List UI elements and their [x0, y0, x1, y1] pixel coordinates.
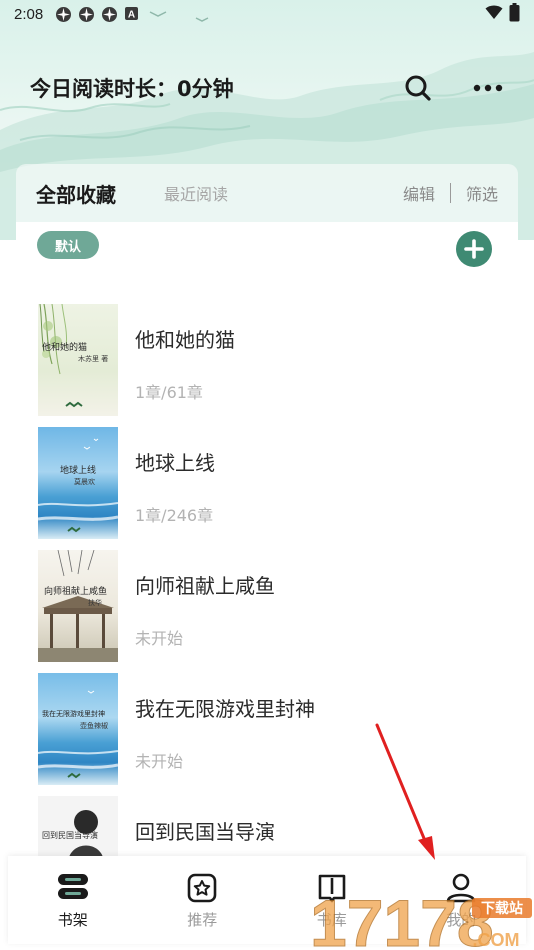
- book-cover: 回到民国当导演: [38, 796, 118, 862]
- cover-title: 他和她的猫: [42, 343, 88, 353]
- tab-all-favorites[interactable]: 全部收藏: [36, 179, 116, 208]
- book-info: 回到民国当导演: [135, 796, 275, 862]
- nav-label: 推荐: [187, 910, 218, 929]
- book-title: 他和她的猫: [135, 328, 235, 352]
- book-item[interactable]: 地球上线 莫晨欢 地球上线 1章/246章: [38, 427, 498, 539]
- cover-title: 向师祖献上咸鱼: [44, 587, 108, 597]
- filter-button[interactable]: 筛选: [466, 181, 498, 205]
- library-book-icon: [315, 871, 349, 905]
- nav-profile[interactable]: 我的: [411, 871, 511, 930]
- book-title: 我在无限游戏里封神: [135, 697, 315, 721]
- status-time: 2:08: [14, 5, 44, 23]
- book-progress: 未开始: [135, 752, 184, 771]
- status-right-icons: [485, 2, 520, 26]
- recommend-star-icon: [185, 871, 219, 905]
- bookshelf-icon: [56, 871, 90, 905]
- book-cover: 我在无限游戏里封神 壶鱼辣椒: [38, 673, 118, 785]
- book-progress: 1章/61章: [135, 383, 203, 402]
- svg-text:A: A: [128, 9, 135, 20]
- nav-recommend[interactable]: 推荐: [152, 871, 252, 930]
- shelf-tabs: 全部收藏 最近阅读 编辑 筛选: [16, 164, 518, 222]
- book-info: 他和她的猫 1章/61章: [135, 304, 235, 416]
- book-item[interactable]: 他和她的猫 木苏里 著 他和她的猫 1章/61章: [38, 304, 498, 416]
- cover-title: 地球上线: [60, 466, 97, 476]
- tools-divider: [449, 183, 451, 203]
- cover-author: 壶鱼辣椒: [80, 722, 108, 730]
- cover-author: 扶华: [88, 599, 102, 607]
- spinner-icon: [55, 6, 72, 23]
- book-item[interactable]: 我在无限游戏里封神 壶鱼辣椒 我在无限游戏里封神 未开始: [38, 673, 498, 785]
- nav-label: 我的: [446, 910, 477, 929]
- cover-author: 莫晨欢: [74, 478, 95, 486]
- book-title: 地球上线: [135, 451, 215, 475]
- plus-icon[interactable]: [456, 231, 492, 267]
- edit-button[interactable]: 编辑: [403, 181, 435, 205]
- book-cover: 向师祖献上咸鱼 扶华: [38, 550, 118, 662]
- status-bar: 2:08 A: [0, 0, 534, 28]
- reading-time-header: 今日阅读时长：0分钟: [0, 66, 534, 110]
- header-actions: [402, 72, 504, 104]
- spinner-icon: [78, 6, 95, 23]
- profile-icon: [444, 871, 478, 905]
- book-list: 默认 他和她的猫 木苏里 著 他和她的猫 1章/61章 地球上线 莫晨欢 地球上…: [16, 222, 518, 862]
- tab-recent-reading[interactable]: 最近阅读: [164, 181, 228, 205]
- cover-author: 木苏里 著: [78, 355, 109, 363]
- book-title: 向师祖献上咸鱼: [135, 574, 275, 598]
- search-icon[interactable]: [402, 72, 434, 104]
- cover-title: 回到民国当导演: [42, 831, 98, 840]
- book-progress: 1章/246章: [135, 506, 214, 525]
- book-info: 地球上线 1章/246章: [135, 427, 215, 539]
- shelf-tools: 编辑 筛选: [403, 181, 498, 205]
- bottom-navigation: 书架 推荐 书库 我的: [8, 856, 526, 944]
- a-badge-icon: A: [124, 6, 141, 23]
- book-cover: 他和她的猫 木苏里 著: [38, 304, 118, 416]
- cover-title: 我在无限游戏里封神: [42, 710, 105, 718]
- book-item[interactable]: 回到民国当导演 回到民国当导演: [38, 796, 498, 862]
- battery-icon: [509, 2, 520, 26]
- book-info: 向师祖献上咸鱼 未开始: [135, 550, 275, 662]
- book-cover: 地球上线 莫晨欢: [38, 427, 118, 539]
- nav-label: 书架: [57, 910, 88, 929]
- more-dots-icon[interactable]: [472, 72, 504, 104]
- nav-bookshelf[interactable]: 书架: [23, 871, 123, 930]
- nav-label: 书库: [316, 910, 347, 929]
- book-item[interactable]: 向师祖献上咸鱼 扶华 向师祖献上咸鱼 未开始: [38, 550, 498, 662]
- status-left-icons: A: [55, 6, 141, 23]
- book-progress: 未开始: [135, 629, 184, 648]
- book-info: 我在无限游戏里封神 未开始: [135, 673, 315, 785]
- nav-library[interactable]: 书库: [282, 871, 382, 930]
- wifi-icon: [485, 4, 503, 24]
- spinner-icon: [101, 6, 118, 23]
- reading-time-text: 今日阅读时长：0分钟: [30, 77, 234, 101]
- sort-button[interactable]: 默认: [37, 231, 99, 259]
- book-title: 回到民国当导演: [135, 820, 275, 844]
